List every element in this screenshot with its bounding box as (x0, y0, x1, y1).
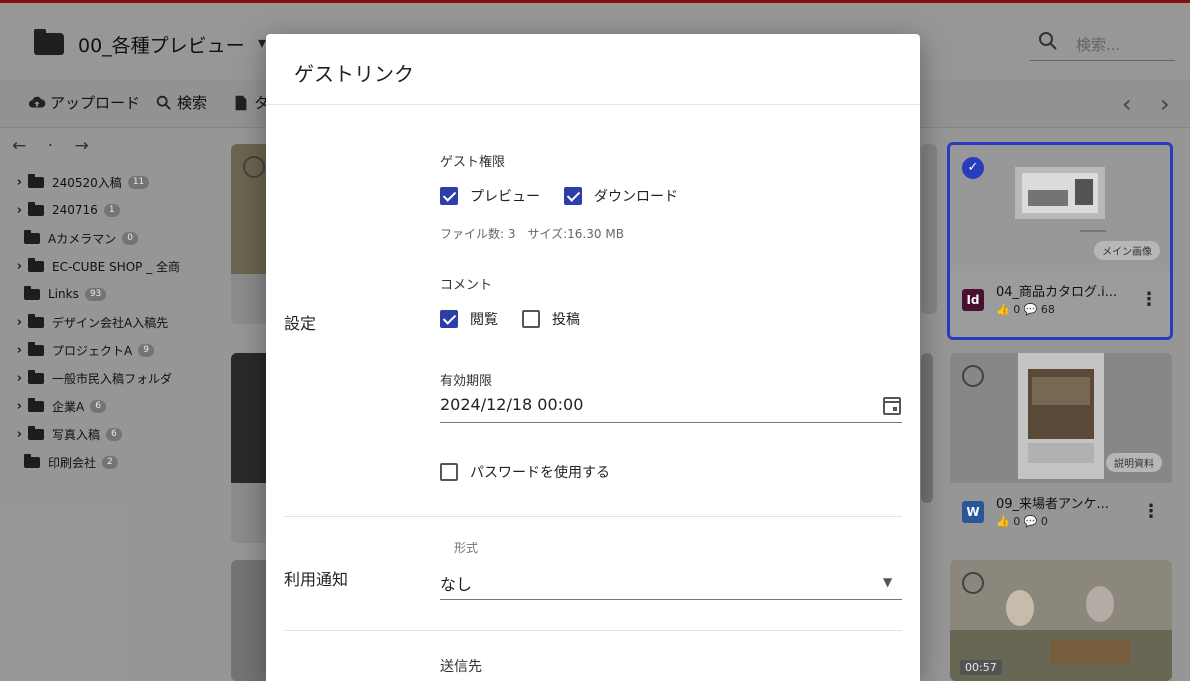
view-label[interactable]: 閲覧 (470, 309, 498, 329)
comment-label: コメント (440, 278, 493, 293)
post-label[interactable]: 投稿 (552, 309, 580, 329)
calendar-icon[interactable] (883, 397, 901, 415)
password-checkbox[interactable] (440, 463, 458, 481)
dialog-divider (266, 104, 920, 105)
recipient-label: 送信先 (440, 659, 482, 675)
password-option: パスワードを使用する (440, 462, 610, 482)
download-checkbox[interactable] (564, 187, 582, 205)
expiry-date-input[interactable]: 2024/12/18 00:00 (440, 395, 583, 414)
expiry-underline (440, 422, 902, 423)
comment-options: 閲覧 投稿 (440, 309, 580, 329)
format-caption: 形式 (454, 541, 479, 555)
guest-permission-options: プレビュー ダウンロード (440, 186, 678, 206)
notify-section-label: 利用通知 (284, 570, 349, 589)
preview-label[interactable]: プレビュー (470, 186, 540, 206)
guest-link-dialog: ゲストリンク 設定 ゲスト権限 プレビュー ダウンロード ファイル数: 3 サイ… (266, 34, 920, 681)
section-divider (284, 516, 902, 517)
file-meta: ファイル数: 3 サイズ:16.30 MB (440, 227, 624, 241)
preview-checkbox[interactable] (440, 187, 458, 205)
guest-permission-label: ゲスト権限 (440, 155, 506, 170)
download-label[interactable]: ダウンロード (594, 186, 678, 206)
app-root: 00_各種プレビュー ▾ 検索... アップロード 検索 タ ‹ › ← · →… (0, 0, 1190, 681)
dialog-title: ゲストリンク (294, 62, 414, 86)
format-underline (440, 599, 902, 600)
password-label[interactable]: パスワードを使用する (470, 462, 610, 482)
view-checkbox[interactable] (440, 310, 458, 328)
section-divider (284, 630, 902, 631)
settings-section-label: 設定 (284, 314, 317, 333)
expiry-label: 有効期限 (440, 374, 493, 389)
dropdown-arrow-icon[interactable]: ▼ (883, 575, 892, 589)
post-checkbox[interactable] (522, 310, 540, 328)
format-select[interactable]: なし (440, 571, 472, 595)
